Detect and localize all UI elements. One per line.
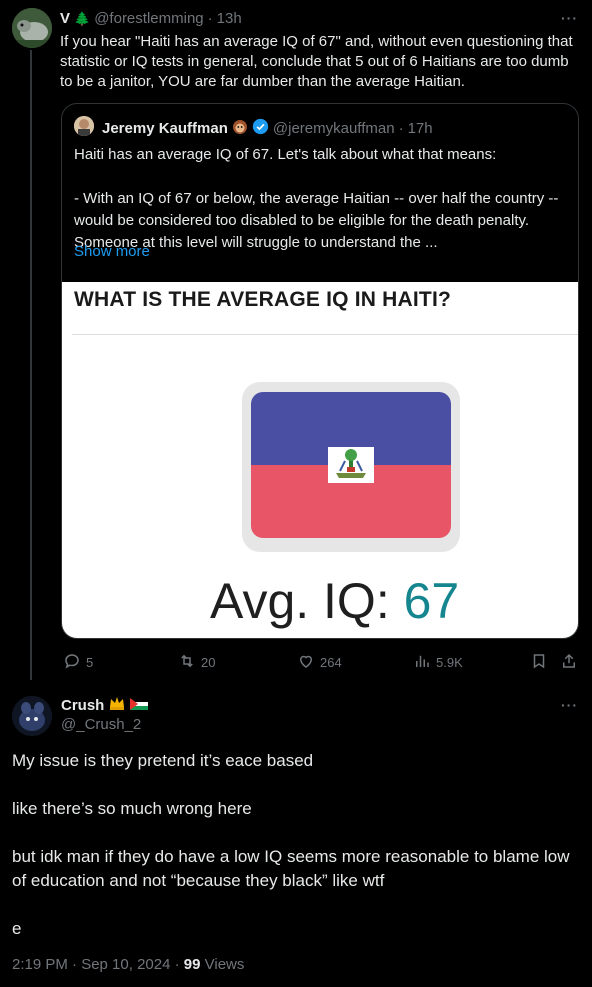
post-time[interactable]: 13h [217, 10, 242, 27]
quoted-tweet-card[interactable]: Jeremy Kauffman @jeremykauffman · 17h Ha… [61, 103, 579, 639]
coat-of-arms-icon [328, 447, 374, 483]
post-timestamp: 2:19 PM · Sep 10, 2024 · 99 Views [12, 956, 244, 973]
tree-emoji: 🌲 [74, 10, 91, 26]
iq-caption: Avg. IQ: 67 [210, 572, 459, 630]
avatar[interactable] [12, 696, 52, 736]
quoted-time[interactable]: 17h [408, 120, 433, 137]
views-label: Views [200, 956, 245, 973]
handle[interactable]: @_Crush_2 [61, 716, 141, 733]
views-button[interactable]: 5.9K [413, 652, 463, 673]
more-options-button[interactable]: ··· [561, 10, 578, 26]
post-header: Crush [61, 695, 149, 715]
post-paragraph: e [12, 919, 22, 938]
more-options-button[interactable]: ··· [561, 697, 578, 713]
haiti-flag-icon [251, 392, 451, 538]
show-more-link[interactable]: Show more [74, 243, 150, 260]
iq-value: 67 [403, 573, 460, 629]
like-count: 264 [320, 655, 342, 670]
image-divider [72, 334, 578, 335]
post-header: V 🌲 @forestlemming · 13h [60, 10, 242, 27]
separator-dot: · [398, 120, 404, 137]
share-icon [560, 652, 578, 673]
quoted-display-name[interactable]: Jeremy Kauffman [102, 120, 228, 137]
heart-icon [297, 652, 315, 673]
repost-icon [178, 652, 196, 673]
quoted-avatar[interactable] [74, 116, 94, 136]
reply-button[interactable]: 5 [63, 652, 93, 673]
views-count: 99 [183, 956, 201, 973]
quoted-text: Haiti has an average IQ of 67. Let's tal… [74, 144, 570, 254]
post-paragraph: like there’s so much wrong here [12, 799, 252, 818]
handle[interactable]: @forestlemming [94, 10, 203, 27]
iq-label: Avg. IQ: [210, 573, 404, 629]
post-body: My issue is they pretend it’s eace based… [12, 749, 572, 941]
monkey-emoji-icon [232, 119, 248, 139]
crown-emoji-icon [108, 695, 126, 715]
separator-dot: · [207, 10, 213, 27]
repost-button[interactable]: 20 [178, 652, 215, 673]
repost-count: 20 [201, 655, 216, 670]
image-title: WHAT IS THE AVERAGE IQ IN HAITI? [74, 288, 452, 311]
quoted-header: Jeremy Kauffman @jeremykauffman · 17h [102, 118, 433, 139]
bookmark-icon [530, 652, 548, 673]
post-text: If you hear "Haiti has an average IQ of … [60, 33, 573, 90]
reply-icon [63, 652, 81, 673]
reply-count: 5 [86, 655, 94, 670]
quote-tweet-post[interactable]: V 🌲 @forestlemming · 13h ··· If you hear… [0, 0, 592, 683]
analytics-icon [413, 652, 431, 673]
view-count: 5.9K [436, 655, 463, 670]
avatar[interactable] [12, 8, 52, 48]
quoted-text-line: Haiti has an average IQ of 67. Let's tal… [74, 146, 497, 163]
verified-badge-icon [252, 118, 269, 139]
timestamp-text[interactable]: 2:19 PM · Sep 10, 2024 · [12, 956, 184, 973]
reply-post[interactable]: Crush @_Crush_2 ··· My issue is they pre… [0, 683, 592, 987]
bookmark-button[interactable] [530, 652, 548, 673]
quoted-image[interactable]: WHAT IS THE AVERAGE IQ IN HAITI? Avg. IQ… [62, 282, 578, 638]
post-paragraph: My issue is they pretend it’s eace based [12, 751, 314, 770]
display-name[interactable]: V [60, 10, 70, 27]
quoted-handle[interactable]: @jeremykauffman [273, 120, 395, 137]
thread-connector-line [30, 50, 32, 680]
post-paragraph: but idk man if they do have a low IQ see… [12, 847, 570, 890]
display-name[interactable]: Crush [61, 697, 104, 714]
palestine-flag-icon [130, 697, 149, 714]
share-button[interactable] [560, 652, 578, 673]
like-button[interactable]: 264 [297, 652, 342, 673]
